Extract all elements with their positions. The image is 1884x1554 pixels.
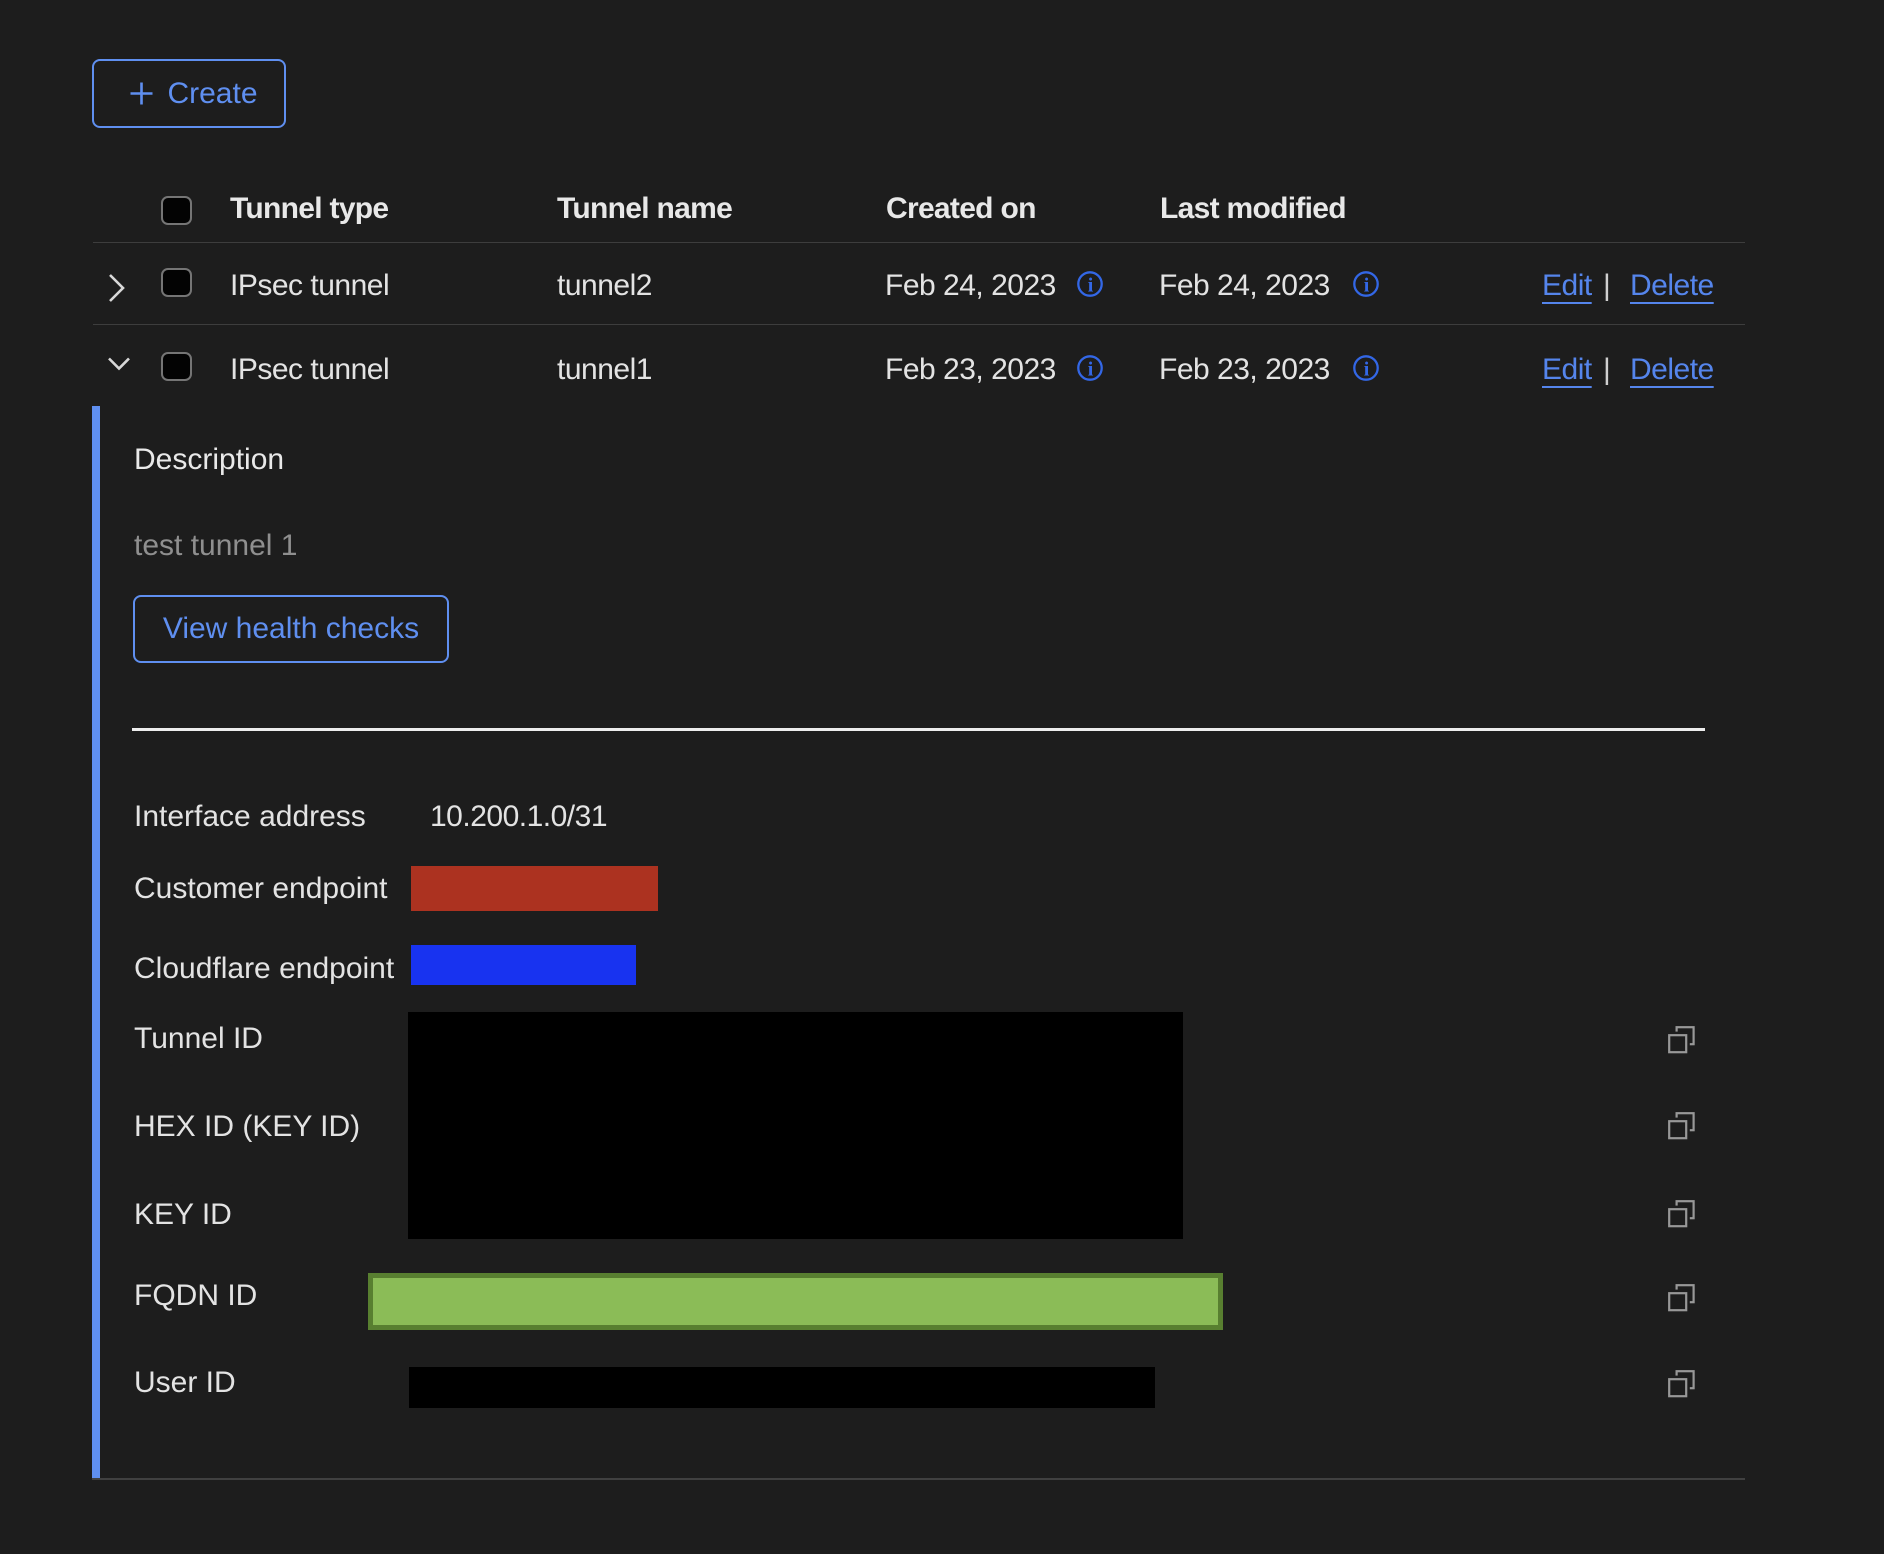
svg-text:i: i (1088, 359, 1094, 381)
svg-text:i: i (1364, 275, 1370, 297)
svg-text:i: i (1088, 275, 1094, 297)
svg-text:i: i (1364, 359, 1370, 381)
